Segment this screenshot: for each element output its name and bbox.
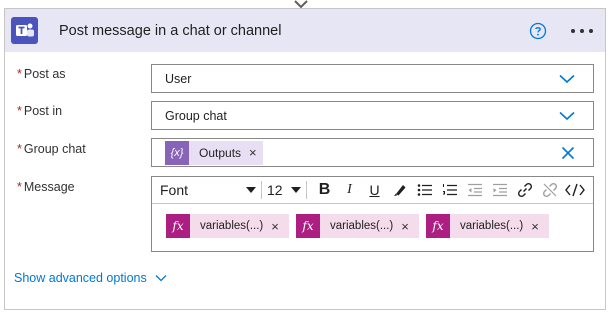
unlink-icon[interactable] <box>537 179 562 201</box>
post-as-dropdown[interactable]: User <box>151 64 594 93</box>
code-view-icon[interactable] <box>562 179 587 201</box>
remove-token-icon[interactable]: × <box>531 219 539 234</box>
group-chat-label: * Group chat <box>17 142 86 156</box>
post-in-dropdown[interactable]: Group chat <box>151 101 594 130</box>
increase-indent-icon[interactable] <box>487 179 512 201</box>
chevron-down-icon <box>155 275 167 282</box>
function-icon: fx <box>166 214 190 238</box>
function-icon: fx <box>296 214 320 238</box>
remove-token-icon[interactable]: × <box>271 219 279 234</box>
show-advanced-options-link[interactable]: Show advanced options <box>14 271 167 285</box>
bold-button[interactable]: B <box>312 179 337 201</box>
more-options-icon[interactable] <box>571 29 593 34</box>
card-title: Post message in a chat or channel <box>59 22 282 39</box>
chevron-down-icon[interactable] <box>559 111 575 121</box>
post-as-label: * Post as <box>17 67 66 81</box>
help-icon[interactable] <box>529 22 547 40</box>
caret-down-icon <box>291 187 301 193</box>
expression-token[interactable]: fx variables(...) × <box>166 214 289 238</box>
expression-token[interactable]: fx variables(...) × <box>296 214 419 238</box>
token-label: Outputs <box>199 145 242 160</box>
chevron-down-icon[interactable] <box>559 74 575 84</box>
bulleted-list-icon[interactable] <box>412 179 437 201</box>
post-in-label: * Post in <box>17 104 63 118</box>
show-advanced-options-label: Show advanced options <box>14 271 147 285</box>
link-icon[interactable] <box>512 179 537 201</box>
post-as-value: User <box>165 71 192 86</box>
underline-button[interactable]: U <box>362 179 387 201</box>
font-size-dropdown[interactable]: 12 <box>267 182 301 198</box>
remove-token-icon[interactable]: × <box>401 219 409 234</box>
expression-list: fx variables(...) × fx variables(...) × … <box>166 214 556 238</box>
remove-token-icon[interactable]: × <box>249 145 257 160</box>
toolbar-divider <box>306 181 307 199</box>
expression-label: variables(...) <box>460 220 524 232</box>
dynamic-content-token[interactable]: {x} Outputs × <box>165 140 263 165</box>
expression-token[interactable]: fx variables(...) × <box>426 214 549 238</box>
expression-label: variables(...) <box>330 220 394 232</box>
card-header[interactable]: Post message in a chat or channel <box>5 9 605 52</box>
numbered-list-icon[interactable] <box>437 179 462 201</box>
decrease-indent-icon[interactable] <box>462 179 487 201</box>
message-editor[interactable]: Font 12 B I U fx variables(...) × fx var… <box>151 176 594 252</box>
highlight-pen-icon[interactable] <box>387 179 412 201</box>
rich-text-toolbar: Font 12 B I U <box>152 177 593 204</box>
clear-icon[interactable] <box>561 146 575 160</box>
teams-icon <box>11 17 38 44</box>
font-dropdown[interactable]: Font <box>160 182 256 198</box>
caret-down-icon <box>246 187 256 193</box>
italic-button[interactable]: I <box>337 179 362 201</box>
group-chat-field[interactable]: {x} Outputs × <box>151 138 594 167</box>
expression-label: variables(...) <box>200 220 264 232</box>
dynamic-content-icon: {x} <box>165 140 189 165</box>
post-in-value: Group chat <box>165 108 227 123</box>
toolbar-divider <box>261 181 262 199</box>
function-icon: fx <box>426 214 450 238</box>
message-label: * Message <box>17 180 75 194</box>
action-card: Post message in a chat or channel * Post … <box>4 8 606 310</box>
